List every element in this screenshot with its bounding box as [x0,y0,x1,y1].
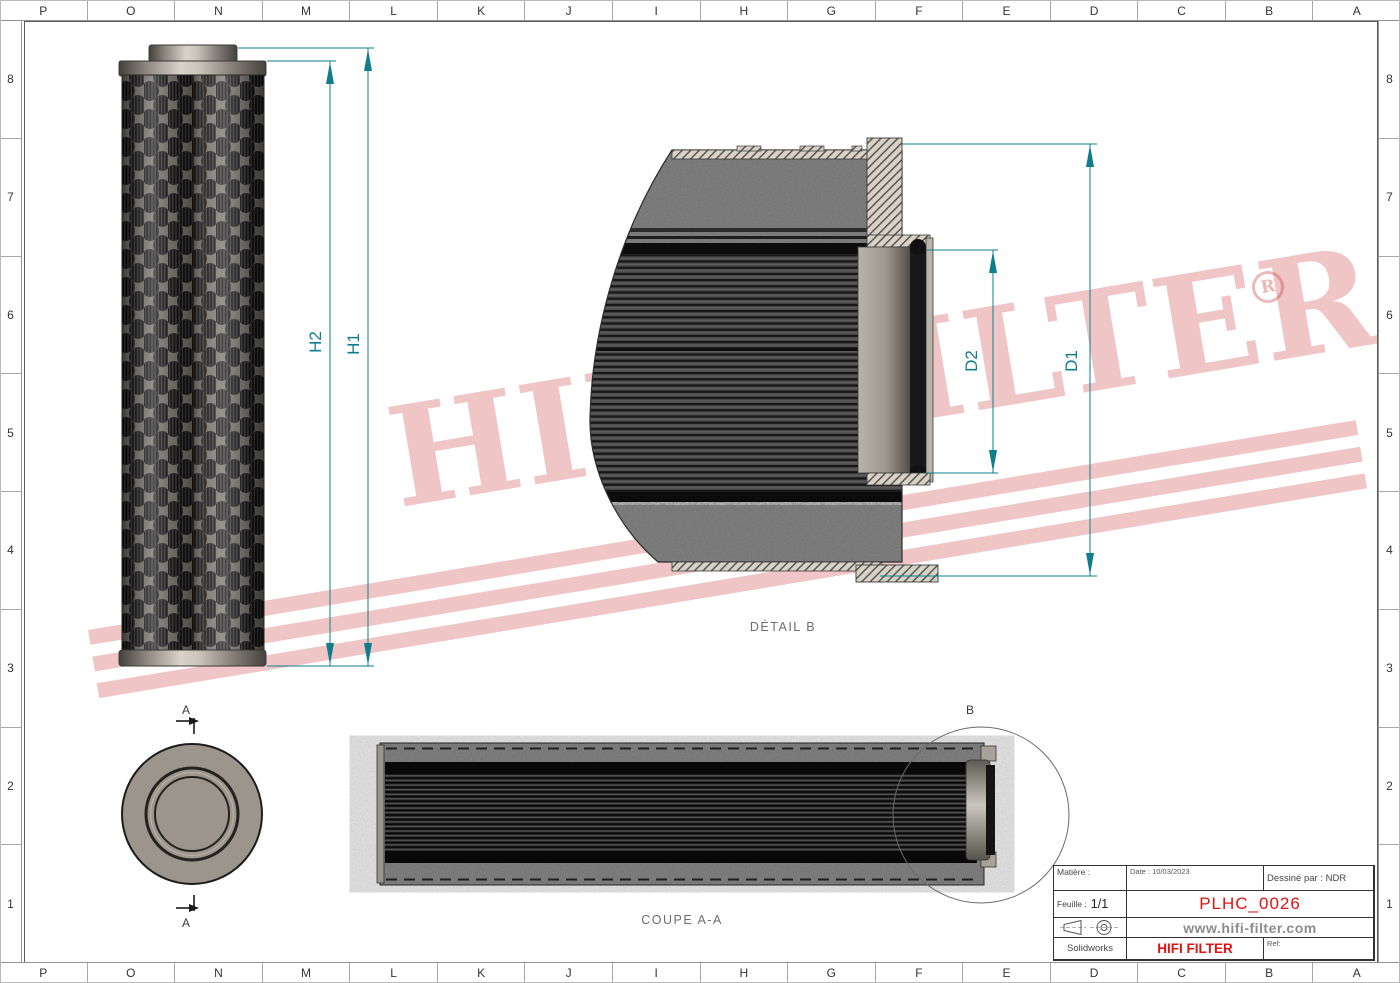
section-marker-a-top: A [182,703,190,717]
brand-name: HIFI FILTER [1157,941,1233,956]
website: www.hifi-filter.com [1183,920,1316,936]
zone-column-label: P [0,1,88,20]
zone-column-label: J [525,1,613,20]
zone-row-label: 8 [1379,21,1400,139]
zone-column-label: J [525,963,613,982]
part-number: PLHC_0026 [1199,894,1301,914]
technical-drawing-canvas: H2 H1 [0,0,1400,983]
ref-label: Ref: [1267,939,1281,948]
coupe-a-a-label: COUPE A-A [641,913,723,927]
zone-column-label: D [1051,963,1139,982]
zone-strip-right: 87654321 [1378,21,1400,962]
zone-row-label: 7 [0,139,21,257]
zone-strip-left: 87654321 [0,21,22,962]
zone-column-label: O [88,963,176,982]
zone-row-label: 8 [0,21,21,139]
zone-column-label: P [0,963,88,982]
zone-column-label: M [263,1,351,20]
zone-column-label: E [963,963,1051,982]
detail-b-label: DÉTAIL B [750,619,816,634]
zone-column-label: M [263,963,351,982]
zone-row-label: 1 [0,845,21,962]
drawn-by-label: Dessiné par : NDR [1267,873,1346,884]
detail-end-cap [585,150,907,250]
section-filter-media [385,774,970,851]
zone-column-label: K [438,1,526,20]
zone-column-label: E [963,1,1051,20]
zone-column-label: F [876,963,964,982]
zone-row-label: 3 [1379,610,1400,728]
software-label: Solidworks [1067,943,1113,954]
title-block: Matière : Date : 10/03/2023 Dessiné par … [1053,865,1375,961]
detail-seal-top [910,239,926,255]
dimension-label-d2: D2 [962,350,981,372]
zone-row-label: 4 [1379,492,1400,610]
detail-rim [867,138,902,238]
section-a-a-view: B COUPE A-A [377,703,1069,927]
zone-row-label: 5 [0,374,21,492]
detail-b-view: D2 D1 DÉTAIL B [585,138,1097,634]
zone-column-label: N [175,963,263,982]
zone-column-label: I [613,1,701,20]
sheet-value: 1/1 [1091,897,1108,911]
zone-strip-bottom: PONMLKJIHGFEDCBA [0,962,1400,983]
zone-column-label: H [701,963,789,982]
zone-column-label: A [1313,1,1400,20]
dimension-label-d1: D1 [1062,350,1081,372]
detail-top-hatch [672,150,897,159]
zone-column-label: B [1226,963,1314,982]
zone-strip-top: PONMLKJIHGFEDCBA [0,0,1400,21]
zone-column-label: F [876,1,964,20]
zone-row-label: 6 [0,257,21,375]
zone-column-label: B [1226,1,1314,20]
zone-row-label: 4 [0,492,21,610]
zone-row-label: 5 [1379,374,1400,492]
zone-column-label: K [438,963,526,982]
zone-column-label: G [788,963,876,982]
zone-column-label: A [1313,963,1400,982]
zone-column-label: D [1051,1,1139,20]
zone-column-label: C [1138,1,1226,20]
zone-row-label: 7 [1379,139,1400,257]
zone-row-label: 6 [1379,257,1400,375]
zone-column-label: L [350,963,438,982]
zone-row-label: 1 [1379,845,1400,962]
zone-row-label: 3 [0,610,21,728]
filter-front-view: H2 H1 [119,45,374,666]
top-view-outer-circle [122,744,262,884]
sheet-label: Feuille : [1057,899,1087,909]
dimension-arrowheads-h [326,49,372,665]
date-label: Date : 10/03/2023 [1130,867,1190,876]
zone-column-label: G [788,1,876,20]
zone-column-label: L [350,1,438,20]
detail-marker-b: B [966,703,974,717]
zone-column-label: I [613,963,701,982]
dimension-label-h1: H1 [344,333,363,355]
filter-top-flange [119,61,266,76]
zone-column-label: H [701,1,789,20]
first-angle-projection-icon [1059,919,1121,936]
dimension-label-h2: H2 [306,331,325,353]
detail-inner-sleeve [858,247,912,473]
filter-top-cap [149,45,237,62]
top-view: A A [122,703,262,930]
drawing-sheet: HIFI FILTER R [0,0,1400,983]
zone-column-label: O [88,1,176,20]
zone-row-label: 2 [1379,728,1400,846]
section-marker-a-bottom: A [182,916,190,930]
zone-column-label: N [175,1,263,20]
material-label: Matière : [1057,867,1090,877]
filter-bottom-flange [119,650,266,666]
zone-row-label: 2 [0,728,21,846]
zone-column-label: C [1138,963,1226,982]
